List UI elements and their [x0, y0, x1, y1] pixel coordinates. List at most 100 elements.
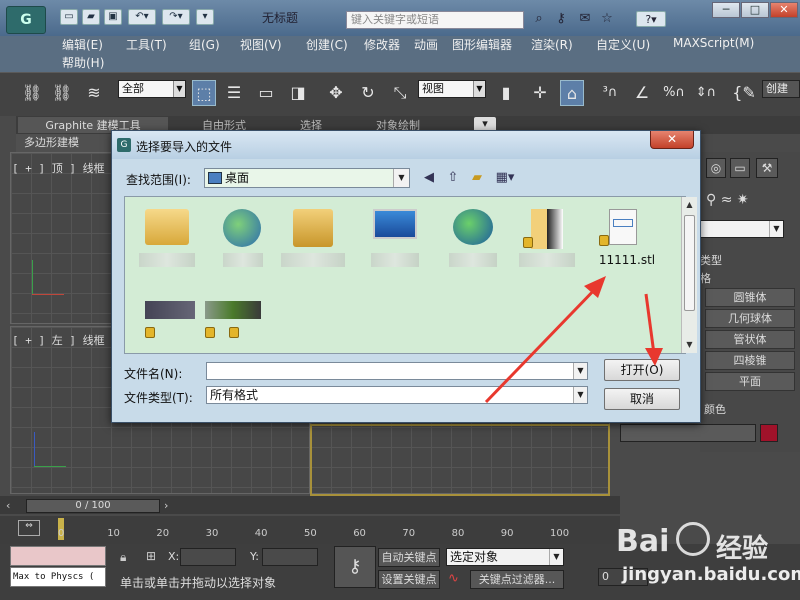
up-folder-icon[interactable]: ⇧	[444, 170, 462, 186]
utilities-hammer-icon[interactable]: ⚒	[756, 158, 778, 178]
list-item[interactable]	[519, 205, 575, 267]
file-list-scrollbar[interactable]: ▲ ▼	[681, 197, 697, 353]
open-file-icon[interactable]: ▰	[82, 9, 100, 25]
menu-rendering[interactable]: 渲染(R)	[531, 36, 573, 53]
new-folder-icon[interactable]: ▰	[468, 170, 486, 186]
menu-group[interactable]: 组(G)	[189, 36, 220, 53]
move-icon[interactable]: ✥	[324, 80, 348, 106]
reference-coord-dropdown[interactable]: 视图 ▼	[418, 80, 486, 98]
minimize-button[interactable]: ─	[712, 2, 740, 18]
slider-prev-icon[interactable]: ‹	[6, 499, 10, 512]
list-item[interactable]	[201, 301, 261, 361]
set-key-icon[interactable]: ⚷	[334, 546, 376, 588]
pyramid-button[interactable]: 四棱锥	[705, 351, 795, 370]
window-crossing-icon[interactable]: ◨	[286, 80, 310, 106]
quick-access-dropdown-icon[interactable]: ▾	[196, 9, 214, 25]
new-file-icon[interactable]: ▭	[60, 9, 78, 25]
menu-help[interactable]: 帮助(H)	[62, 54, 104, 71]
dialog-close-button[interactable]: ✕	[650, 131, 694, 149]
time-slider-thumb[interactable]: 0 / 100	[26, 499, 160, 513]
primitive-type-dropdown[interactable]: ▼	[700, 220, 784, 238]
communication-center-icon[interactable]: ✉	[576, 11, 594, 27]
geosphere-button[interactable]: 几何球体	[705, 309, 795, 328]
monitor-tab-icon[interactable]: ▭	[730, 158, 750, 178]
cancel-button[interactable]: 取消	[604, 388, 680, 410]
key-icon[interactable]: ⚷	[552, 11, 570, 27]
menu-modifiers[interactable]: 修改器	[364, 36, 400, 53]
set-key-button[interactable]: 设置关键点	[378, 570, 440, 589]
polygon-modeling-panel[interactable]: 多边形建模	[16, 134, 112, 152]
list-item[interactable]	[445, 205, 501, 267]
menu-animation[interactable]: 动画	[414, 36, 438, 53]
plane-button[interactable]: 平面	[705, 372, 795, 391]
absolute-mode-icon[interactable]: ⊞	[146, 549, 156, 563]
slider-next-icon[interactable]: ›	[164, 499, 168, 512]
curve-editor-icon[interactable]: ⇔	[18, 520, 40, 536]
back-icon[interactable]: ◀	[420, 170, 438, 186]
percent-snap-icon[interactable]: %∩	[662, 80, 686, 106]
edit-named-selection-icon[interactable]: {✎	[732, 80, 756, 106]
keyboard-shortcut-toggle-icon[interactable]: ⌂	[560, 80, 584, 106]
menu-views[interactable]: 视图(V)	[240, 36, 282, 53]
search-input[interactable]: 键入关键字或短语	[346, 11, 524, 29]
pivot-center-icon[interactable]: ▮	[494, 80, 518, 106]
menu-customize[interactable]: 自定义(U)	[596, 36, 650, 53]
bind-space-warp-icon[interactable]: ≋	[82, 80, 106, 106]
rotate-icon[interactable]: ↻	[356, 80, 380, 106]
link-icon[interactable]: ⛓	[20, 80, 44, 106]
maximize-button[interactable]: □	[741, 2, 769, 18]
auto-key-button[interactable]: 自动关键点	[378, 548, 440, 567]
menu-tools[interactable]: 工具(T)	[126, 36, 167, 53]
list-item[interactable]	[139, 205, 195, 267]
menu-maxscript[interactable]: MAXScript(M)	[673, 36, 754, 50]
list-item[interactable]	[367, 205, 423, 267]
scroll-down-icon[interactable]: ▼	[682, 337, 697, 352]
selection-filter-dropdown[interactable]: 全部 ▼	[118, 80, 186, 98]
open-button[interactable]: 打开(O)	[604, 359, 680, 381]
viewport-left-label[interactable]: [ + ] 左 ] 线框 ]	[12, 332, 118, 348]
spinner-snap-icon[interactable]: ⇕∩	[694, 80, 718, 106]
selection-lock-icon[interactable]: 🔒︎	[120, 550, 126, 565]
object-color-swatch[interactable]	[760, 424, 778, 442]
view-menu-icon[interactable]: ▦▾	[492, 170, 518, 186]
maxscript-mini-listener[interactable]: Max to Physcs (	[10, 567, 106, 587]
file-name-input[interactable]: ▼	[206, 362, 588, 380]
favorites-star-icon[interactable]: ☆	[598, 11, 616, 27]
redo-icon[interactable]: ↷▾	[162, 9, 190, 25]
look-in-dropdown[interactable]: 桌面 ▼	[204, 168, 410, 188]
create-selection-set[interactable]: 创建	[762, 80, 800, 98]
y-coord-input[interactable]	[262, 548, 318, 566]
list-item[interactable]	[139, 301, 195, 361]
save-icon[interactable]: ▣	[104, 9, 122, 25]
object-name-field[interactable]	[620, 424, 756, 442]
scroll-up-icon[interactable]: ▲	[682, 197, 697, 212]
menu-edit[interactable]: 编辑(E)	[62, 36, 103, 53]
file-type-dropdown[interactable]: 所有格式 ▼	[206, 386, 588, 404]
list-item[interactable]	[281, 205, 345, 267]
maxscript-listener-pink[interactable]	[10, 546, 106, 566]
select-object-icon[interactable]: ⬚	[192, 80, 216, 106]
app-logo[interactable]: G	[6, 6, 46, 34]
binoculars-icon[interactable]: ⌕	[530, 11, 548, 27]
select-by-name-icon[interactable]: ☰	[222, 80, 246, 106]
space-warps-icons[interactable]: ⚲ ≈ ✷	[706, 192, 796, 208]
display-tab-icon[interactable]: ◎	[706, 158, 726, 178]
rectangular-selection-icon[interactable]: ▭	[254, 80, 278, 106]
list-item[interactable]	[213, 205, 269, 267]
menu-graph-editors[interactable]: 图形编辑器	[452, 36, 512, 53]
angle-snap-icon[interactable]: ∠	[630, 80, 654, 106]
list-item-stl[interactable]: 11111.stl	[595, 205, 659, 267]
select-and-manipulate-icon[interactable]: ✛	[528, 80, 552, 106]
unlink-icon[interactable]: ⛓	[50, 80, 74, 106]
viewport-top-label[interactable]: [ + ] 顶 ] 线框 ]	[12, 160, 118, 176]
undo-icon[interactable]: ↶▾	[128, 9, 156, 25]
snaps-toggle-icon[interactable]: ³∩	[598, 80, 622, 106]
file-list[interactable]: 11111.stl ▲ ▼	[124, 196, 697, 354]
close-button[interactable]: ✕	[770, 2, 798, 18]
x-coord-input[interactable]	[180, 548, 236, 566]
tube-button[interactable]: 管状体	[705, 330, 795, 349]
scrollbar-thumb[interactable]	[684, 215, 695, 311]
menu-create[interactable]: 创建(C)	[306, 36, 348, 53]
key-filters-icon[interactable]: ∿	[448, 571, 459, 586]
cone-button[interactable]: 圆锥体	[705, 288, 795, 307]
